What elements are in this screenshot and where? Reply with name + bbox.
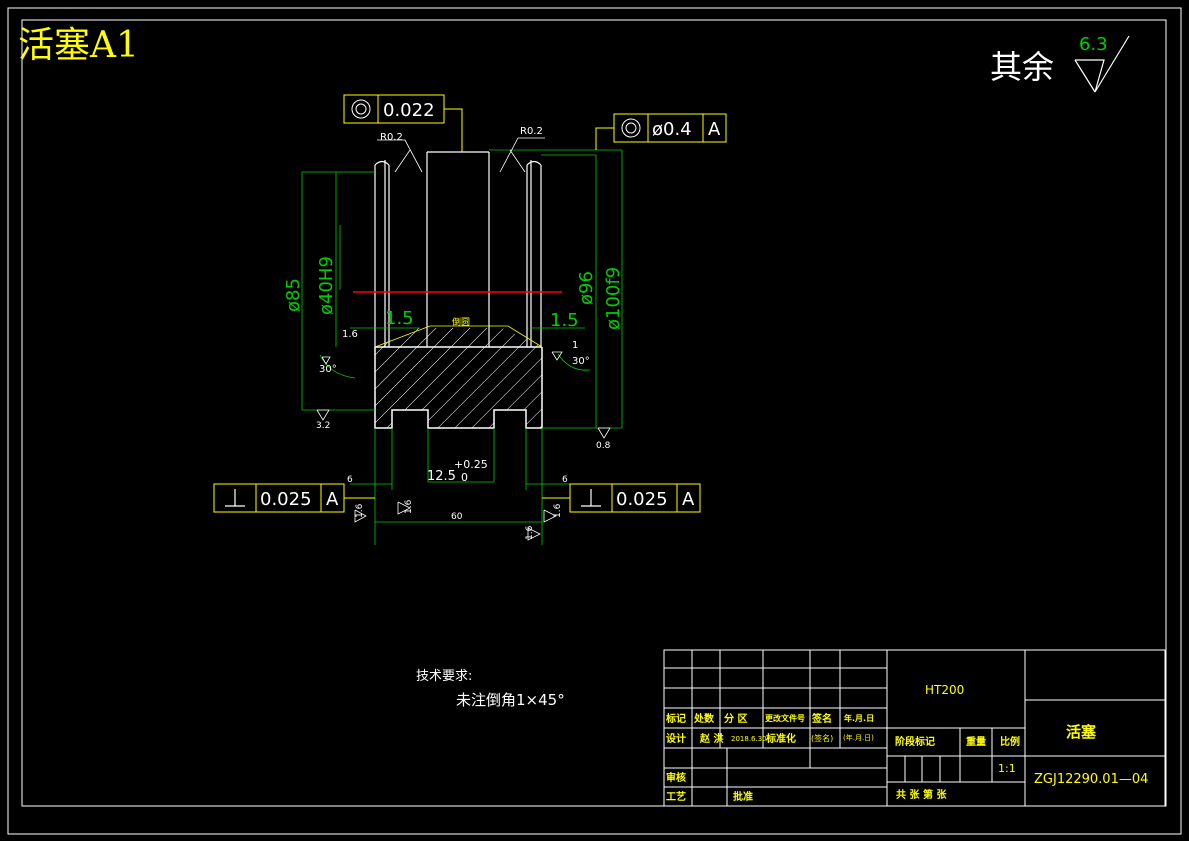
approve-label: 批准 [733,790,753,803]
rough-32-label: 3.2 [316,421,330,431]
review-label: 审核 [666,771,686,784]
rough-1-right-label: 1 [572,340,578,351]
d96-label: ø96 [576,271,597,305]
notes-line1: 未注倒角1×45° [456,691,565,709]
drawing-number-label: ZGJ12290.01—04 [1034,772,1148,787]
gap-right-label: 6 [562,475,568,485]
d40-label: ø40H9 [316,256,337,315]
slot-tol-lower-label: 0 [461,471,468,484]
roughness-note-value: 6.3 [1079,34,1108,55]
angle-left-label: 30° [319,364,337,375]
th-sign: 签名 [811,712,832,725]
th-date: 年.月.日 [844,713,874,723]
rough-16-c-label: 1.6 [553,503,563,518]
width-left-label: 1.5 [385,308,414,329]
cad-drawing: 活塞A1 其余 6.3 R0.2 R0.2 ø85 ø40H9 ø96 ø100… [7,7,1182,835]
process-label: 工艺 [666,790,686,803]
gap-left-label: 6 [347,475,353,485]
rough-16-b-label: 1.6 [404,499,414,514]
angle-right-label: 30° [572,356,590,367]
technical-notes: 技术要求: 未注倒角1×45° [416,669,565,709]
date2-label: (年.月.日) [843,733,874,742]
weight-label: 重量 [966,735,986,748]
fcf-right-value: ø0.4 [652,119,692,140]
stage-mark-label: 阶段标记 [895,735,935,748]
roughness-note-label: 其余 [990,48,1054,86]
roughness-note: 其余 6.3 [990,34,1130,93]
chamfer-label: 倒圆 [452,316,470,328]
fcf-perp-left-value: 0.025 [260,489,312,510]
perpendicularity-icon [581,489,601,507]
title-block-text: HT200 活塞 ZGJ12290.01—04 1:1 标记 处数 分 区 更改… [665,683,1148,803]
fcf-top-value: 0.022 [383,100,435,121]
part-name-label: 活塞 [1066,723,1097,741]
concentricity-icon [351,99,371,119]
fcf-perp-left-datum: A [326,489,339,510]
width-right-label: 1.5 [550,310,579,331]
scale-label: 1:1 [998,762,1016,775]
sheets-label: 共 张 第 张 [896,788,947,801]
fcf-concentricity-top: 0.022 [343,94,463,152]
d100-label: ø100f9 [603,267,624,330]
perpendicularity-icon [225,489,245,507]
slot-width-label: 12.5 [427,469,456,484]
rough-08-label: 0.8 [596,441,611,451]
section-hatch [375,328,542,428]
d85-label: ø85 [283,278,304,312]
standardize-label: 标准化 [765,732,796,745]
design-label: 设计 [666,732,686,745]
material-label: HT200 [925,683,964,697]
sign2-label: (签名) [811,733,833,743]
fcf-perp-right: 0.025 A [542,483,701,513]
th-count: 处数 [693,712,715,725]
outer-border [7,7,1182,835]
th-mark: 标记 [665,712,686,725]
r-right-label: R0.2 [520,126,543,137]
concentricity-icon [621,118,641,138]
rough-16-d-label: 1.6 [525,525,535,540]
fcf-perp-right-datum: A [682,489,695,510]
design-date: 2018.6.30 [731,735,767,743]
designer-name: 赵 洪 [699,732,723,745]
ratio-label: 比例 [1000,735,1020,748]
drawing-title: 活塞A1 [18,25,139,66]
fcf-concentricity-right: ø0.4 A [595,113,727,150]
total-width-label: 60 [451,512,463,522]
r-left-label: R0.2 [380,132,403,143]
inner-border [21,19,1167,807]
rough-16-left-label: 1.6 [342,329,358,340]
notes-heading: 技术要求: [416,669,472,684]
fcf-perp-left: 0.025 A [213,483,375,513]
th-zone: 分 区 [724,712,747,725]
slot-tol-upper-label: +0.25 [454,458,488,471]
fcf-right-datum: A [708,119,721,140]
th-change-doc: 更改文件号 [765,713,805,723]
fcf-perp-right-value: 0.025 [616,489,668,510]
part-view [339,151,562,429]
